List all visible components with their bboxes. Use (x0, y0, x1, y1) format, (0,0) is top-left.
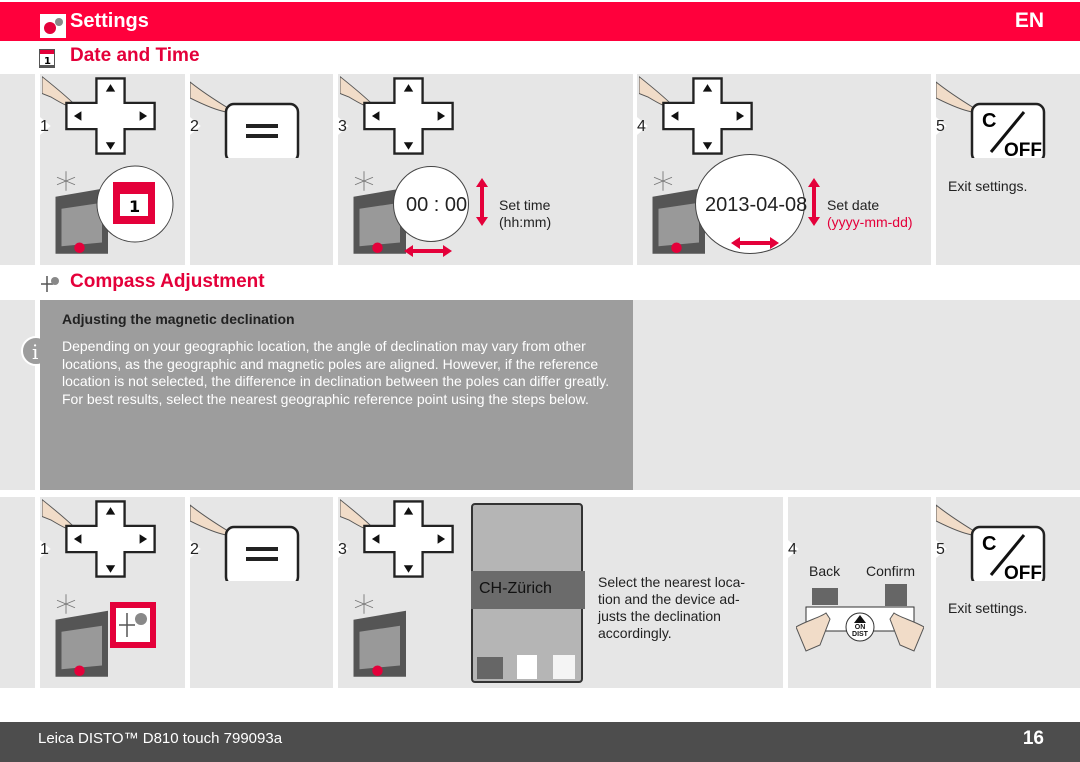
equals-button-icon (190, 76, 310, 158)
dt-step-2: 2 (190, 74, 333, 265)
time-display: 00 : 00 (406, 194, 468, 216)
date-display: 2013-04-08 (705, 194, 808, 216)
c-off-button-icon (936, 76, 1056, 158)
footer: Leica DISTO™ D810 touch 799093a 16 (0, 722, 1080, 762)
location-name: CH-Zürich (479, 580, 552, 597)
dpad-icon (42, 499, 164, 579)
device-icon (346, 583, 436, 688)
confirm-key[interactable] (885, 584, 907, 606)
settings-gears-icon (40, 14, 66, 38)
device-screen: CH-Zürich (471, 503, 585, 683)
info-side-panel (633, 300, 1080, 490)
dt-step-1: 1 1 (40, 74, 185, 265)
header-bar (0, 2, 1080, 41)
up-down-arrow-icon (476, 178, 488, 226)
dpad-icon (42, 76, 164, 156)
svg-text:i: i (32, 340, 38, 364)
on-dist-button-label: ON DIST (852, 624, 868, 638)
exit-settings-label: Exit settings. (948, 600, 1028, 616)
page-title: Settings (70, 10, 149, 32)
margin-strip (0, 74, 35, 265)
set-time-label: Set time (499, 197, 551, 213)
set-date-label: Set date (827, 197, 880, 213)
info-box: Adjusting the magnetic declination Depen… (40, 300, 633, 490)
up-down-arrow-icon (808, 178, 820, 226)
margin-strip (0, 497, 35, 688)
section-heading-date-time: Date and Time (70, 45, 200, 66)
left-right-arrow-icon (404, 245, 452, 257)
step-number: 4 (788, 541, 797, 558)
ca-step-5: 5 Exit settings. (936, 497, 1080, 688)
ca-step-3: 3 CH-Zürich Select the nearest loca- tio… (338, 497, 783, 688)
equals-button-icon (190, 499, 310, 581)
dpad-icon (639, 76, 761, 156)
back-label: Back (809, 563, 841, 579)
touch-hand-icon (517, 655, 537, 679)
time-format: (hh:mm) (499, 214, 552, 230)
language-badge: EN (1014, 9, 1044, 32)
dt-step-5: 5 Exit settings. (936, 74, 1080, 265)
exit-settings-label: Exit settings. (948, 178, 1028, 194)
date-format: (yyyy-mm-dd) (827, 214, 913, 230)
dpad-icon (340, 499, 462, 579)
ca-step-1: 1 (40, 497, 185, 688)
section-heading-compass: Compass Adjustment (70, 271, 265, 292)
location-list-item[interactable]: CH-Zürich (471, 571, 585, 609)
confirm-soft-key[interactable] (553, 655, 575, 679)
c-off-button-icon (936, 499, 1056, 581)
dt-step-4: 4 2013-04-08 Set date (yyyy-mm-dd) (637, 74, 931, 265)
back-soft-key[interactable] (477, 657, 503, 679)
dt-step-3: 3 00 : 00 Set time (hh:mm) (338, 74, 633, 265)
calendar-icon: 1 (96, 165, 174, 243)
compass-icon (41, 276, 59, 292)
svg-text:1: 1 (129, 197, 140, 216)
back-key[interactable] (812, 588, 838, 605)
ca-step-4: 4 Back Confirm ON DIST (788, 497, 931, 688)
info-title: Adjusting the magnetic declination (62, 311, 295, 327)
margin-strip (0, 300, 35, 490)
svg-text:1: 1 (44, 56, 51, 67)
info-text: Depending on your geographic location, t… (62, 338, 610, 407)
dpad-icon (340, 76, 462, 156)
calendar-icon: 1 (39, 49, 55, 68)
left-right-arrow-icon (731, 237, 779, 249)
select-location-text: Select the nearest loca- tion and the de… (598, 574, 746, 641)
page-number: 16 (1022, 728, 1044, 749)
product-name: Leica DISTO™ D810 touch 799093a (38, 730, 283, 747)
compass-icon (110, 602, 156, 648)
confirm-label: Confirm (866, 563, 916, 579)
ca-step-2: 2 (190, 497, 333, 688)
